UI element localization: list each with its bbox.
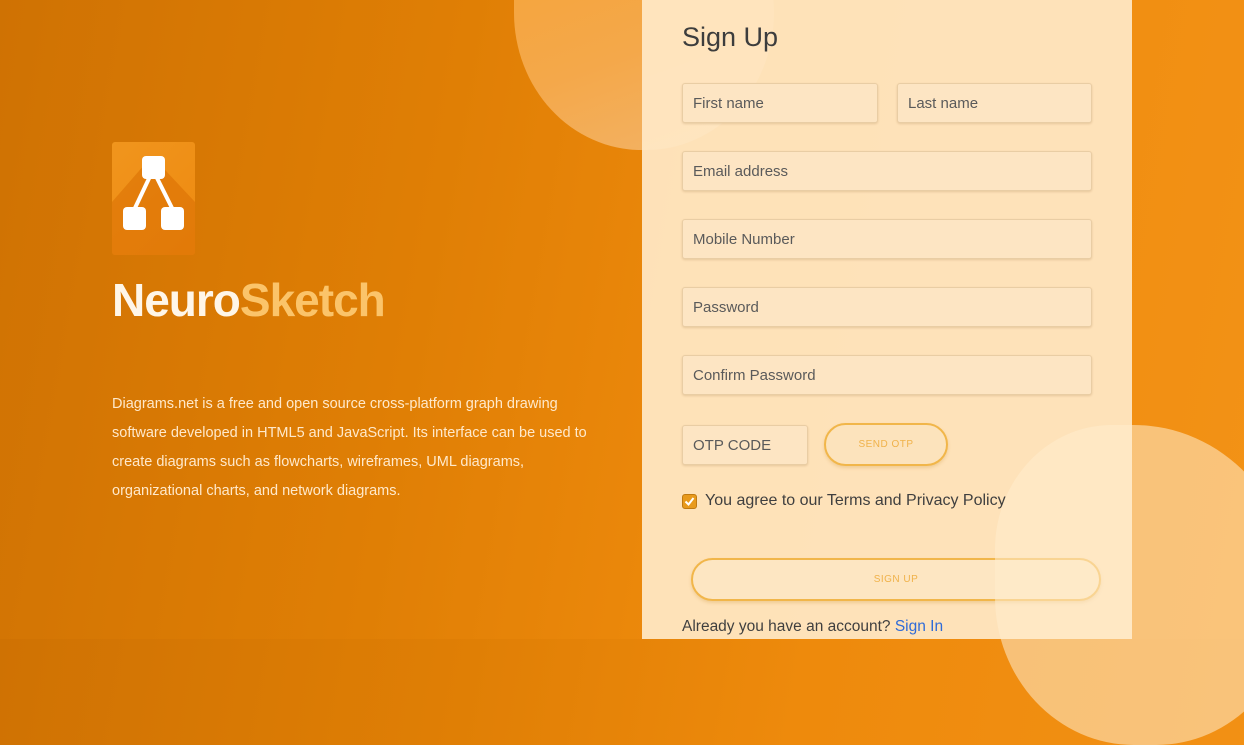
agree-terms-label: You agree to our Terms and Privacy Polic… <box>705 492 1006 509</box>
diagram-flowchart-icon <box>112 142 195 255</box>
send-otp-button[interactable]: SEND OTP <box>824 423 948 466</box>
form-title: Sign Up <box>682 22 779 52</box>
brand-name: NeuroSketch <box>112 272 386 328</box>
already-account-row: Already you have an account? Sign In <box>682 618 943 636</box>
last-name-input[interactable] <box>897 83 1092 123</box>
password-input[interactable] <box>682 287 1092 327</box>
agree-terms-row: You agree to our Terms and Privacy Polic… <box>682 492 1006 510</box>
confirm-password-input[interactable] <box>682 355 1092 395</box>
brand-name-part1: Neuro <box>112 274 241 326</box>
sign-in-link[interactable]: Sign In <box>895 618 943 635</box>
mobile-input[interactable] <box>682 219 1092 259</box>
decorative-blob-bottom <box>995 425 1244 745</box>
first-name-input[interactable] <box>682 83 878 123</box>
brand-name-part2: Sketch <box>239 274 386 326</box>
already-account-text: Already you have an account? <box>682 618 891 635</box>
brand-description: Diagrams.net is a free and open source c… <box>112 396 587 499</box>
check-icon <box>684 496 695 506</box>
otp-input[interactable] <box>682 425 808 465</box>
email-input[interactable] <box>682 151 1092 191</box>
agree-checkbox[interactable] <box>682 493 697 509</box>
